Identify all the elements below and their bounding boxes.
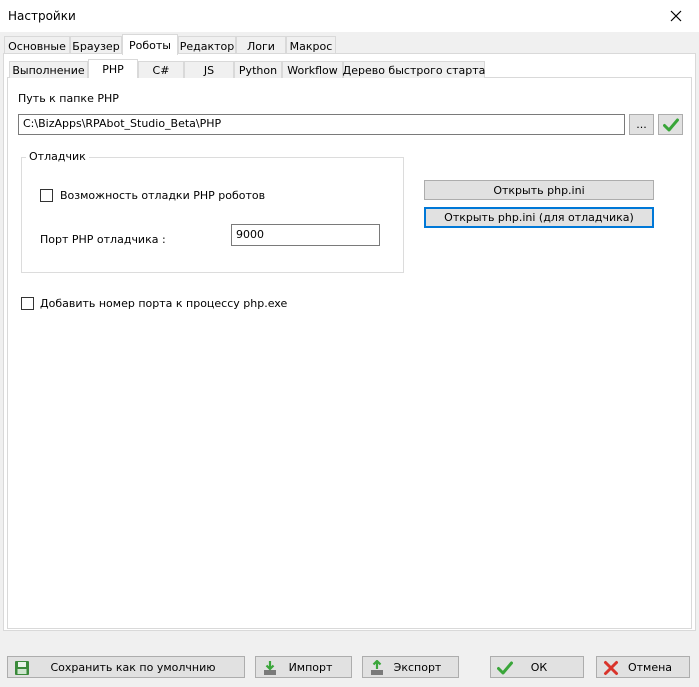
tab-robots[interactable]: Роботы: [122, 34, 178, 55]
close-icon: [670, 10, 682, 22]
tab-quickstart-tree[interactable]: Дерево быстрого старта: [343, 61, 485, 78]
php-path-input[interactable]: C:\BizApps\RPAbot_Studio_Beta\PHP: [18, 114, 625, 135]
main-tab-strip: Основные Браузер Роботы Редактор Логи Ма…: [3, 34, 696, 55]
import-label: Импорт: [288, 660, 333, 674]
save-default-button[interactable]: Сохранить как по умолчнию: [7, 656, 245, 678]
tab-label: PHP: [102, 62, 124, 76]
cancel-x-icon: [604, 661, 618, 675]
ok-button[interactable]: ОК: [490, 656, 584, 678]
tab-label: Workflow: [287, 63, 338, 77]
close-button[interactable]: [653, 0, 699, 32]
import-icon: [264, 661, 276, 675]
add-port-label: Добавить номер порта к процессу php.exe: [40, 297, 288, 310]
title-bar: Настройки: [0, 0, 699, 32]
browse-button[interactable]: ...: [629, 114, 654, 135]
debugger-group-label: Отладчик: [26, 150, 89, 163]
cancel-button[interactable]: Отмена: [596, 656, 690, 678]
enable-debug-label: Возможность отладки PHP роботов: [60, 189, 266, 202]
tab-php[interactable]: PHP: [88, 59, 138, 78]
save-default-label: Сохранить как по умолчнию: [50, 660, 216, 674]
open-php-ini-button[interactable]: Открыть php.ini: [424, 180, 654, 200]
window-title: Настройки: [8, 9, 76, 23]
tab-workflow[interactable]: Workflow: [282, 61, 343, 78]
ok-label: ОК: [530, 660, 548, 674]
tab-label: C#: [152, 63, 170, 77]
tab-csharp[interactable]: C#: [138, 61, 184, 78]
tab-label: Браузер: [72, 39, 120, 53]
save-icon: [15, 661, 29, 675]
tab-label: Макрос: [289, 39, 333, 53]
checkmark-icon: [662, 118, 679, 131]
import-button[interactable]: Импорт: [255, 656, 352, 678]
tab-label: Выполнение: [12, 63, 85, 77]
export-icon: [371, 660, 383, 675]
cancel-label: Отмена: [627, 660, 673, 674]
sub-tab-strip: Выполнение PHP C# JS Python Workflow Дер…: [7, 59, 692, 78]
export-label: Экспорт: [393, 660, 442, 674]
php-path-label: Путь к папке PHP: [18, 92, 119, 105]
debugger-groupbox: [21, 157, 404, 273]
tab-python[interactable]: Python: [234, 61, 282, 78]
open-php-ini-debug-button[interactable]: Открыть php.ini (для отладчика): [424, 207, 654, 228]
tab-label: Роботы: [129, 38, 171, 52]
tab-js[interactable]: JS: [184, 61, 234, 78]
tab-label: Дерево быстрого старта: [342, 63, 486, 77]
enable-debug-checkbox[interactable]: [40, 189, 53, 202]
confirm-path-button[interactable]: [658, 114, 683, 135]
tab-label: Логи: [247, 39, 275, 53]
tab-label: JS: [203, 63, 215, 77]
add-port-checkbox[interactable]: [21, 297, 34, 310]
tab-label: Редактор: [179, 39, 235, 53]
debug-port-input[interactable]: 9000: [231, 224, 380, 246]
tab-label: Основные: [8, 39, 66, 53]
tab-execution[interactable]: Выполнение: [9, 61, 88, 78]
tab-label: Python: [238, 63, 278, 77]
debug-port-label: Порт PHP отладчика :: [40, 233, 166, 246]
checkmark-icon: [497, 661, 513, 675]
export-button[interactable]: Экспорт: [362, 656, 459, 678]
